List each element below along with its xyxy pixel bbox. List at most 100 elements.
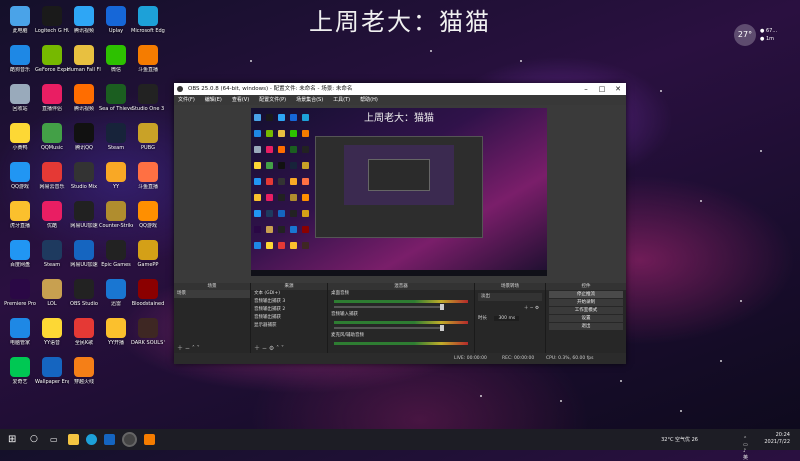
desktop-icon[interactable]: 电脑管家 (3, 318, 37, 346)
desktop-icon[interactable]: 斗鱼直播 (131, 162, 165, 190)
desktop-icon[interactable]: 百度网盘 (3, 240, 37, 268)
desktop-icon[interactable]: Bloodstained (131, 279, 165, 307)
obs-preview-area[interactable]: 上周老大：猫猫 (174, 105, 626, 283)
desktop-icon[interactable]: YY语音 (35, 318, 69, 346)
desktop-icon[interactable]: 网易UU加速 (67, 201, 101, 229)
desktop-icon[interactable]: 虎牙直播 (3, 201, 37, 229)
desktop-icon[interactable]: Uplay (99, 6, 133, 34)
start-icon[interactable]: ⊞ (8, 434, 19, 445)
studio-mode-button[interactable]: 工作室模式 (549, 307, 623, 314)
file-explorer-icon[interactable] (68, 434, 79, 445)
start-recording-button[interactable]: 开始录制 (549, 299, 623, 306)
scenes-toolbar[interactable]: ＋ − ˄ ˅ (174, 345, 253, 353)
transition-add-remove[interactable]: ＋ − ⚙ (475, 305, 545, 313)
desktop-icon[interactable]: Premiere Pro (3, 279, 37, 307)
desktop-icon[interactable]: GamePP (131, 240, 165, 268)
desktop-icon[interactable]: LOL (35, 279, 69, 307)
desktop-icon[interactable]: QQMusic (35, 123, 69, 151)
preview-mini-icon (266, 114, 273, 121)
desktop-icon[interactable]: Steam (99, 123, 133, 151)
desktop-icon[interactable]: Counter-Strike (99, 201, 133, 229)
duration-input[interactable]: 300 ms (494, 316, 520, 321)
desktop-icon[interactable]: 腾讯视频 (67, 6, 101, 34)
source-item[interactable]: 显示器捕获 (251, 322, 327, 330)
obs-taskbar-icon[interactable] (124, 434, 135, 445)
exit-button[interactable]: 退出 (549, 323, 623, 330)
preview-mini-icon (254, 210, 261, 217)
desktop-icon[interactable]: 此电脑 (3, 6, 37, 34)
search-icon[interactable]: ○ (30, 434, 41, 445)
desktop-icon[interactable]: 斗鱼直播 (131, 45, 165, 73)
maximize-button[interactable]: □ (594, 83, 610, 95)
desktop-icon[interactable]: Steam (35, 240, 69, 268)
edge-icon[interactable] (86, 434, 97, 445)
menu-scene-collection[interactable]: 场景集合(S) (296, 95, 323, 105)
desktop-icon[interactable]: 回收站 (3, 84, 37, 112)
desktop-icon[interactable]: YY开播 (99, 318, 133, 346)
mixer-dock: 混音器 桌面音频 音频输入捕获 麦克风/辅助音频 (328, 283, 475, 353)
weather-widget[interactable]: 27° ● 67... ● 1m (734, 24, 788, 46)
tray-icons[interactable]: ⌃ ▭ ♪ 英 (743, 436, 748, 461)
desktop-icon[interactable]: Studio One 3 (131, 84, 165, 112)
menu-view[interactable]: 查看(V) (232, 95, 249, 105)
source-item[interactable]: 音频输出捕获 (251, 314, 327, 322)
obs-window[interactable]: OBS 25.0.8 (64-bit, windows) - 配置文件: 未命名… (174, 83, 626, 364)
desktop-icon[interactable]: 网易云音乐 (35, 162, 69, 190)
desktop-icon[interactable]: 微信 (99, 45, 133, 73)
desktop-icon[interactable]: QQ游戏 (131, 201, 165, 229)
minimize-button[interactable]: – (578, 83, 594, 95)
menu-tools[interactable]: 工具(T) (333, 95, 350, 105)
audio-meter (334, 342, 468, 345)
menu-file[interactable]: 文件(F) (178, 95, 195, 105)
volume-slider[interactable] (334, 304, 444, 310)
desktop-icon[interactable]: Epic Games (99, 240, 133, 268)
desktop-icon[interactable]: QQ游戏 (3, 162, 37, 190)
desktop-icon[interactable]: PUBG (131, 123, 165, 151)
volume-slider[interactable] (334, 325, 444, 331)
app-icon[interactable] (144, 434, 155, 445)
desktop-icon[interactable]: 穿越火线 (67, 357, 101, 385)
menu-help[interactable]: 帮助(H) (360, 95, 378, 105)
desktop-icon[interactable]: 直播伴侣 (35, 84, 69, 112)
desktop-icon[interactable]: 腾讯视频 (67, 84, 101, 112)
obs-titlebar[interactable]: OBS 25.0.8 (64-bit, windows) - 配置文件: 未命名… (174, 83, 626, 95)
stop-streaming-button[interactable]: 停止推流 (549, 291, 623, 298)
desktop-icon[interactable]: GeForce Experience (35, 45, 69, 73)
tray-weather[interactable]: 32°C 空气优 26 (661, 436, 698, 443)
app-icon[interactable] (104, 434, 115, 445)
desktop-icon[interactable]: Human Fall Flat (67, 45, 101, 73)
source-item[interactable]: 音频输出捕获 3 (251, 298, 327, 306)
source-item[interactable]: 音频输出捕获 2 (251, 306, 327, 314)
preview-mini-icon (278, 178, 285, 185)
clock-date: 2021/7/22 (764, 439, 790, 445)
desktop-icon[interactable]: YY (99, 162, 133, 190)
menu-edit[interactable]: 编辑(E) (205, 95, 222, 105)
desktop-icon[interactable]: 爱奇艺 (3, 357, 37, 385)
scene-item[interactable]: 场景 (174, 290, 250, 298)
desktop-icon[interactable]: DARK SOULS™ III (131, 318, 165, 346)
desktop-icon[interactable]: 酷狗音乐 (3, 45, 37, 73)
desktop-icon[interactable]: Wallpaper Engine (35, 357, 69, 385)
task-view-icon[interactable]: ▭ (50, 434, 61, 445)
transition-select[interactable]: 淡出 (478, 293, 542, 301)
desktop-icon[interactable]: 腾讯QQ (67, 123, 101, 151)
clock[interactable]: 20:24 2021/7/22 (764, 432, 790, 446)
desktop-icon[interactable]: Sea of Thieves (99, 84, 133, 112)
close-button[interactable]: ✕ (610, 83, 626, 95)
desktop-icon[interactable]: 网易UU加速 (67, 240, 101, 268)
settings-button[interactable]: 设置 (549, 315, 623, 322)
sources-toolbar[interactable]: ＋ − ⚙ ˄ ˅ (251, 345, 330, 353)
source-item[interactable]: 文本 (GDI+) (251, 290, 327, 298)
desktop-icon[interactable]: Logitech G HUB (35, 6, 69, 34)
desktop-icon[interactable]: OBS Studio (67, 279, 101, 307)
desktop-icon[interactable]: Studio Mix (67, 162, 101, 190)
desktop-icon[interactable]: Microsoft Edge (131, 6, 165, 34)
desktop-icon[interactable]: 小黄鸭 (3, 123, 37, 151)
desktop-icon[interactable]: 优酷 (35, 201, 69, 229)
desktop-icon[interactable]: 迅雷 (99, 279, 133, 307)
obs-preview[interactable]: 上周老大：猫猫 (251, 108, 547, 276)
mixer-channel-name: 桌面音频 (331, 291, 349, 296)
menu-profile[interactable]: 配置文件(P) (259, 95, 286, 105)
desktop-icon[interactable]: 全民K歌 (67, 318, 101, 346)
desktop-icon-label: Uplay (108, 28, 124, 34)
